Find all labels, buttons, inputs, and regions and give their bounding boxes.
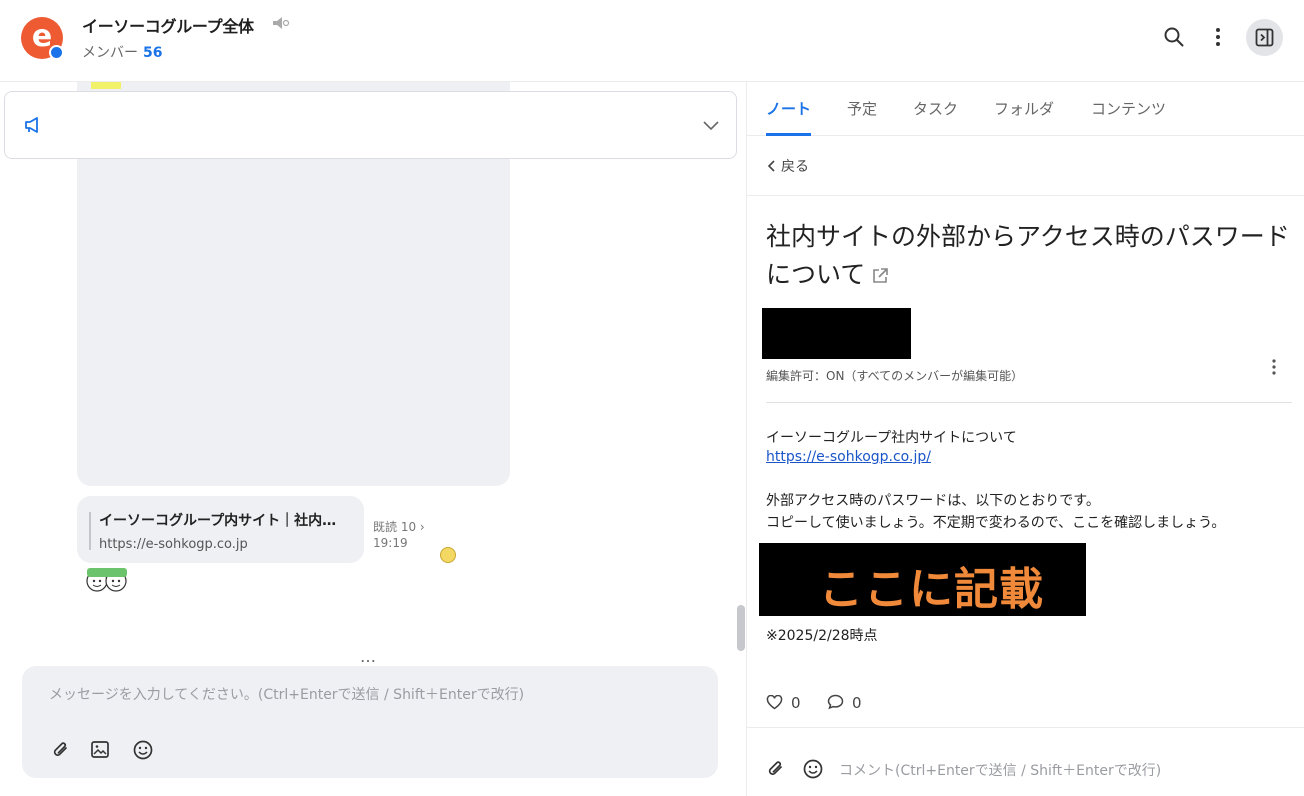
active-tab-indicator xyxy=(766,133,811,136)
tab-task[interactable]: タスク xyxy=(913,98,958,119)
emoji-icon[interactable] xyxy=(132,739,154,761)
tab-folder[interactable]: フォルダ xyxy=(994,98,1054,119)
announce-speaker-icon xyxy=(273,17,290,29)
search-icon[interactable] xyxy=(1163,26,1185,48)
channel-title: イーソーコグループ全体 xyxy=(82,17,254,36)
heart-icon xyxy=(766,694,783,710)
message-composer[interactable]: メッセージを入力してください。(Ctrl+Enterで送信 / Shift＋En… xyxy=(22,666,718,778)
message-input[interactable]: メッセージを入力してください。(Ctrl+Enterで送信 / Shift＋En… xyxy=(49,684,524,704)
tab-schedule[interactable]: 予定 xyxy=(847,98,877,119)
comment-composer[interactable]: コメント(Ctrl+Enterで送信 / Shift＋Enterで改行) xyxy=(747,728,1304,796)
image-upload-icon[interactable] xyxy=(90,739,112,761)
divider xyxy=(747,195,1304,196)
comment-count: 0 xyxy=(852,694,862,712)
edit-permission: 編集許可：ON（すべてのメンバーが編集可能） xyxy=(766,369,1024,383)
note-title: 社内サイトの外部からアクセス時のパスワードについて xyxy=(766,218,1296,294)
note-title-text: 社内サイトの外部からアクセス時のパスワードについて xyxy=(766,222,1290,289)
note-image: ここに記載 xyxy=(759,543,1086,616)
like-count: 0 xyxy=(791,694,801,712)
panel-tabs: ノート 予定 タスク フォルダ コンテンツ xyxy=(747,82,1304,136)
note-body-line: イーソーコグループ社内サイトについて xyxy=(766,430,1017,446)
highlight-mark xyxy=(91,82,121,89)
channel-avatar[interactable]: e xyxy=(21,17,64,60)
chat-scrollbar[interactable] xyxy=(737,605,745,651)
comment-button[interactable]: 0 xyxy=(827,694,862,712)
group-badge-icon xyxy=(49,45,64,60)
comment-input[interactable]: コメント(Ctrl+Enterで送信 / Shift＋Enterで改行) xyxy=(839,760,1161,780)
paperclip-icon[interactable] xyxy=(765,758,787,780)
panel-collapse-icon xyxy=(1255,28,1274,47)
member-count[interactable]: メンバー 56 xyxy=(82,42,162,62)
note-footnote: ※2025/2/28時点 xyxy=(766,628,878,644)
read-receipt[interactable]: 既読 10 › xyxy=(373,518,425,535)
note-image-text: ここに記載 xyxy=(819,564,1044,615)
note-body-line: コピーして使いましょう。不定期で変わるので、ここを確認しましょう。 xyxy=(766,515,1226,531)
back-label: 戻る xyxy=(781,159,809,175)
more-dots[interactable]: … xyxy=(360,647,377,666)
chevron-down-icon[interactable] xyxy=(702,116,720,134)
emoji-icon[interactable] xyxy=(802,758,824,780)
like-button[interactable]: 0 xyxy=(766,694,801,712)
more-vertical-icon[interactable] xyxy=(1207,26,1229,48)
side-panel-toggle-button[interactable] xyxy=(1246,19,1283,56)
channel-header: e イーソーコグループ全体 メンバー 56 xyxy=(0,0,1304,82)
tab-note[interactable]: ノート xyxy=(766,98,811,119)
smile-reaction-icon[interactable] xyxy=(440,547,456,563)
link-preview-title: イーソーコグループ内サイト｜社内… xyxy=(99,513,337,529)
link-preview-url: https://e-sohkogp.co.jp xyxy=(99,537,248,552)
members-number: 56 xyxy=(143,45,163,61)
note-body-link-line: https://e-sohkogp.co.jp/ xyxy=(766,449,931,465)
site-link[interactable]: https://e-sohkogp.co.jp/ xyxy=(766,449,931,465)
paperclip-icon[interactable] xyxy=(50,739,72,761)
message-time: 19:19 xyxy=(373,536,408,550)
divider xyxy=(766,402,1292,403)
note-more-vertical-icon[interactable] xyxy=(1264,357,1284,377)
note-side-panel: ノート 予定 タスク フォルダ コンテンツ 戻る 社内サイトの外部からアクセス時… xyxy=(746,82,1304,796)
tab-contents[interactable]: コンテンツ xyxy=(1091,98,1166,119)
chat-timeline: イーソーコグループ内サイト｜社内… https://e-sohkogp.co.j… xyxy=(0,82,746,796)
redacted-block xyxy=(762,308,911,359)
comment-bubble-icon xyxy=(827,694,844,710)
link-preview-card[interactable]: イーソーコグループ内サイト｜社内… https://e-sohkogp.co.j… xyxy=(77,496,364,563)
sticker-okok-icon[interactable] xyxy=(85,567,129,593)
announcement-bar[interactable] xyxy=(4,91,737,159)
megaphone-icon xyxy=(25,117,38,133)
note-body-line: 外部アクセス時のパスワードは、以下のとおりです。 xyxy=(766,493,1100,509)
link-preview-divider xyxy=(89,512,91,550)
chevron-left-icon xyxy=(767,160,775,172)
external-link-icon[interactable] xyxy=(871,267,889,285)
back-button[interactable]: 戻る xyxy=(767,156,809,176)
members-label: メンバー xyxy=(82,45,138,61)
